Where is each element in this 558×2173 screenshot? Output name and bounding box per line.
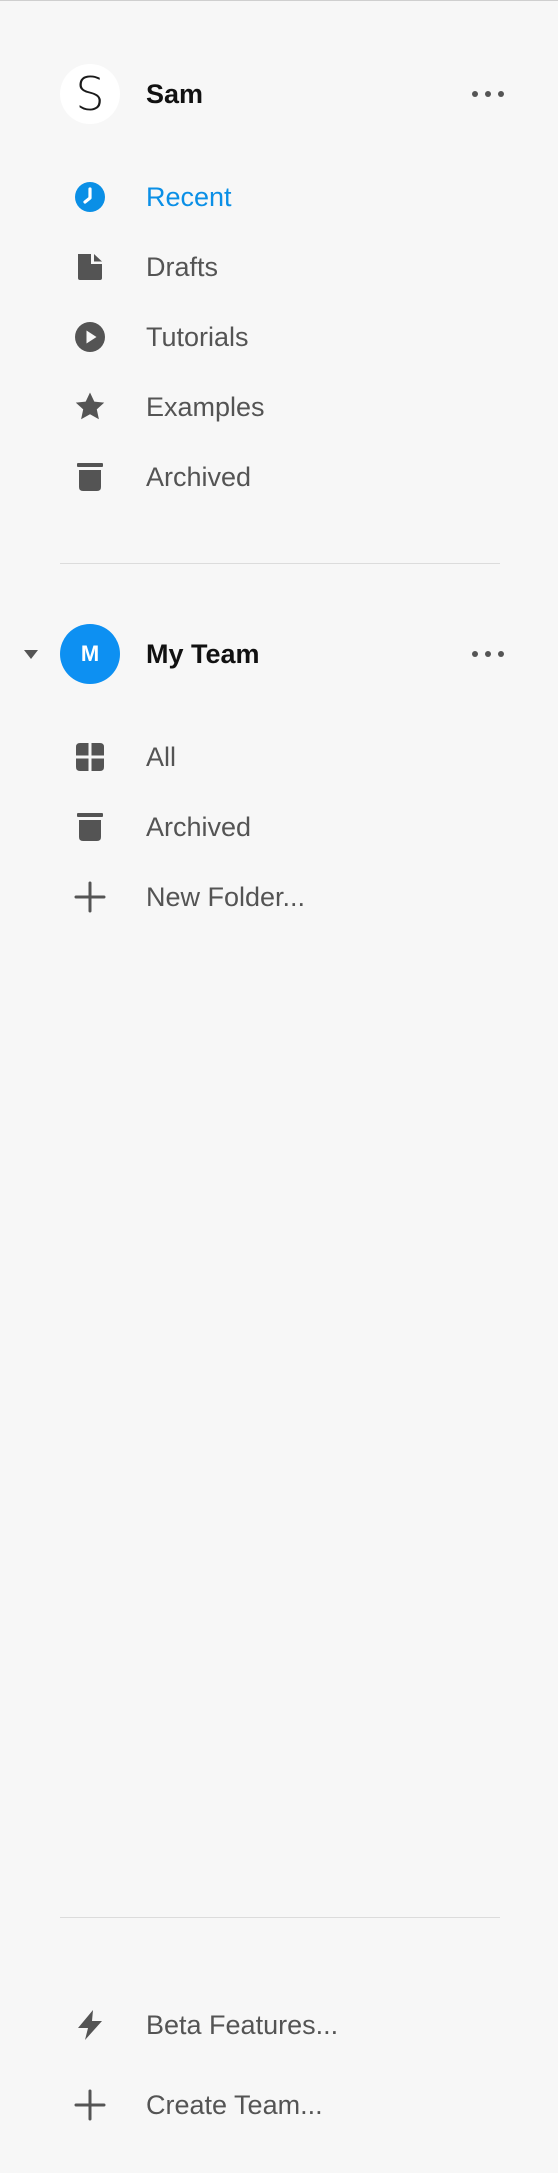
footer-divider (60, 1917, 500, 1918)
team-name: My Team (146, 639, 260, 669)
grid-icon (74, 741, 106, 773)
trash-icon (74, 461, 106, 493)
play-circle-icon (74, 321, 106, 353)
nav-item-examples[interactable]: Examples (60, 377, 506, 433)
star-icon (74, 391, 106, 423)
more-dot (498, 91, 504, 97)
plus-icon (74, 881, 106, 913)
new-folder-button[interactable]: New Folder... (60, 867, 506, 923)
beta-features-button[interactable]: Beta Features... (60, 1995, 506, 2051)
user-name: Sam (146, 79, 204, 109)
nav-item-label: Drafts (146, 252, 219, 282)
team-more-button[interactable] (470, 638, 506, 670)
nav-item-label: Archived (146, 462, 252, 492)
trash-icon (74, 811, 106, 843)
more-dot (498, 651, 504, 657)
more-dot (472, 91, 478, 97)
team-item-all[interactable]: All (60, 727, 506, 783)
team-item-archived[interactable]: Archived (60, 797, 506, 853)
nav-item-label: Beta Features... (146, 2010, 339, 2040)
nav-item-drafts[interactable]: Drafts (60, 237, 506, 293)
lightning-icon (74, 2009, 106, 2041)
plus-icon (74, 2089, 106, 2121)
clock-icon (74, 181, 106, 213)
nav-item-label: Recent (146, 182, 232, 212)
user-more-button[interactable] (470, 78, 506, 110)
user-avatar[interactable]: S (60, 64, 120, 124)
team-avatar[interactable]: M (60, 624, 120, 684)
nav-item-label: All (146, 742, 177, 772)
more-dot (485, 91, 491, 97)
file-icon (74, 251, 106, 283)
nav-item-archived[interactable]: Archived (60, 447, 506, 503)
sidebar: S Sam Recent Drafts Tutorials Examples A… (0, 1, 558, 2173)
nav-item-label: New Folder... (146, 882, 306, 912)
caret-down-icon[interactable] (24, 650, 38, 659)
nav-item-label: Examples (146, 392, 265, 422)
user-profile-header: S Sam (60, 64, 506, 124)
more-dot (485, 651, 491, 657)
nav-item-recent[interactable]: Recent (60, 167, 506, 223)
nav-item-label: Tutorials (146, 322, 249, 352)
nav-item-label: Archived (146, 812, 252, 842)
nav-item-tutorials[interactable]: Tutorials (60, 307, 506, 363)
create-team-button[interactable]: Create Team... (60, 2075, 506, 2131)
nav-item-label: Create Team... (146, 2090, 323, 2120)
more-dot (472, 651, 478, 657)
team-header: M My Team (0, 624, 506, 686)
section-divider (60, 563, 500, 564)
